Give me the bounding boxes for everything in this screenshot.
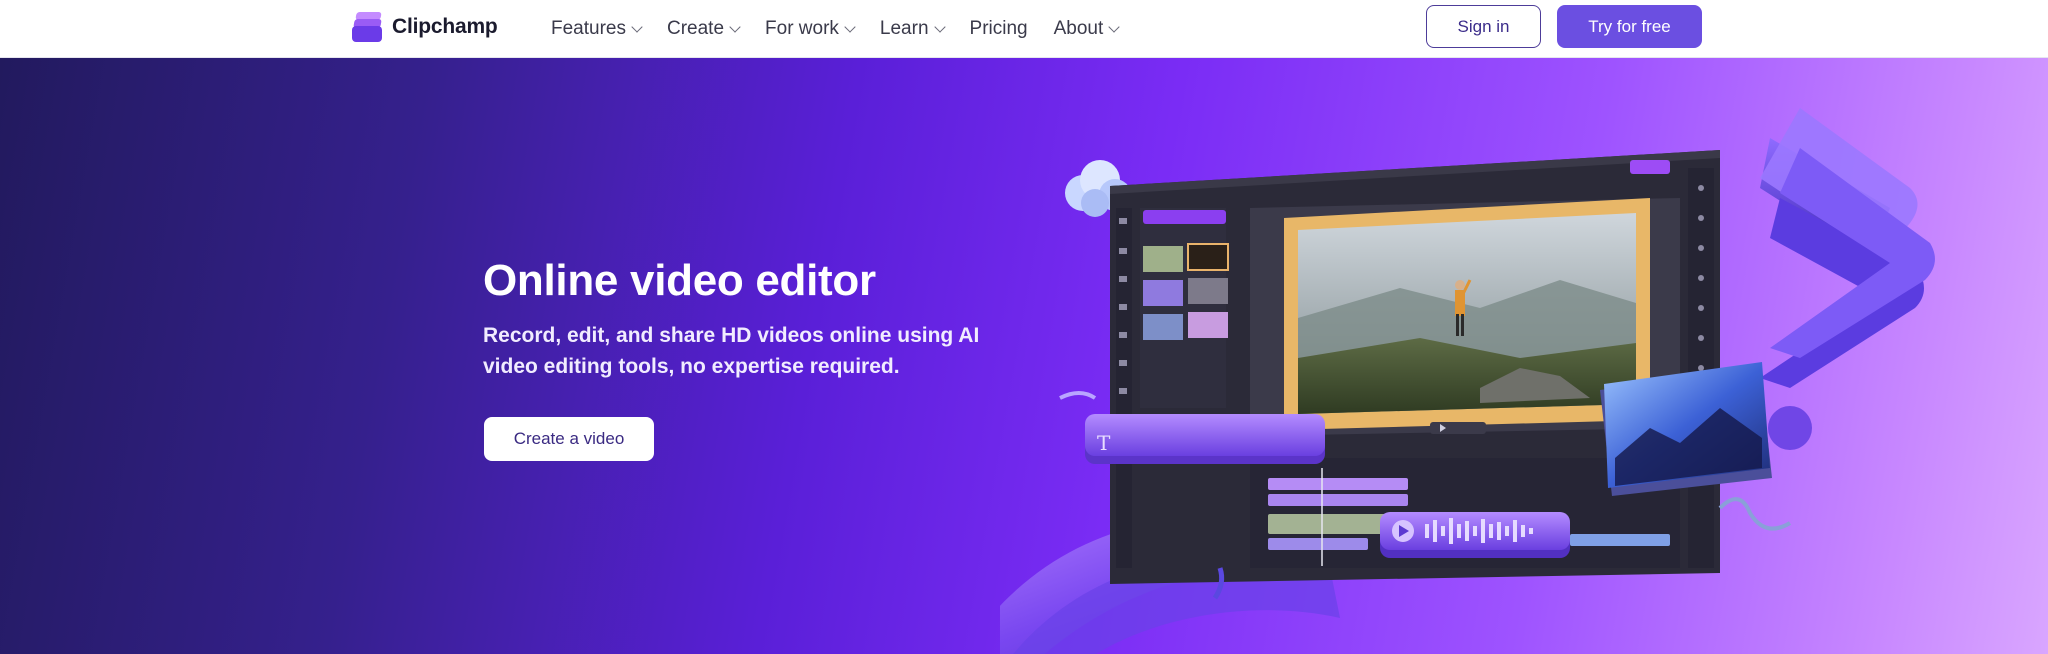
brand-logo[interactable]: Clipchamp xyxy=(352,10,498,44)
text-tool-pill: T xyxy=(1085,414,1325,464)
chevron-down-icon xyxy=(631,20,643,33)
clipchamp-logo-icon xyxy=(352,12,382,42)
sign-in-button[interactable]: Sign in xyxy=(1426,5,1541,48)
editor-illustration: T xyxy=(1000,108,1935,654)
menu-label: Features xyxy=(551,18,626,39)
chevron-down-icon xyxy=(933,20,946,33)
top-navigation: Clipchamp Features Create For work Learn… xyxy=(0,0,2048,58)
menu-item-for-work[interactable]: For work xyxy=(765,18,856,40)
menu-label: Learn xyxy=(879,18,929,39)
brand-name: Clipchamp xyxy=(392,15,498,38)
menu-item-about[interactable]: About xyxy=(1053,18,1120,40)
menu-label: For work xyxy=(765,18,839,39)
hero-title: Online video editor xyxy=(483,256,876,305)
menu-item-features[interactable]: Features xyxy=(551,18,643,40)
menu-label: Create xyxy=(666,18,725,39)
main-menu: Features Create For work Learn Pricing A… xyxy=(551,0,1144,58)
menu-item-create[interactable]: Create xyxy=(666,18,741,40)
chevron-down-icon xyxy=(1108,20,1120,33)
squiggle-shape xyxy=(1718,497,1792,531)
try-for-free-button[interactable]: Try for free xyxy=(1557,5,1702,48)
audio-track-pill xyxy=(1380,512,1570,558)
chevron-down-icon xyxy=(729,20,741,33)
chevron-down-icon xyxy=(844,20,856,33)
hero-subtitle: Record, edit, and share HD videos online… xyxy=(483,324,980,378)
menu-label: About xyxy=(1053,18,1104,39)
menu-label: Pricing xyxy=(969,18,1028,39)
squiggle-shape xyxy=(1059,391,1097,400)
menu-item-learn[interactable]: Learn xyxy=(879,18,946,40)
text-icon: T xyxy=(1097,431,1111,455)
menu-item-pricing[interactable]: Pricing xyxy=(970,18,1028,40)
create-video-button[interactable]: Create a video xyxy=(484,417,654,461)
hero-section: Online video editor Record, edit, and sh… xyxy=(0,58,2048,654)
